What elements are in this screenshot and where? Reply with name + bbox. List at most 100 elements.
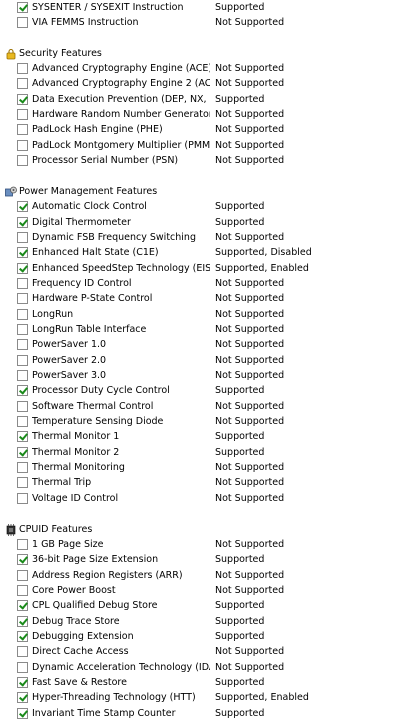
feature-row[interactable]: LongRun Table Interface Not Supported xyxy=(0,323,419,338)
feature-value: Not Supported xyxy=(215,78,285,90)
unchecked-checkbox[interactable] xyxy=(17,324,28,336)
checked-checkbox[interactable] xyxy=(17,692,28,704)
unchecked-checkbox[interactable] xyxy=(17,492,28,504)
feature-name: Data Execution Prevention (DEP, NX, EDB) xyxy=(32,93,210,105)
checked-checkbox[interactable] xyxy=(17,707,28,719)
feature-name: Voltage ID Control xyxy=(32,492,119,504)
feature-name: Automatic Clock Control xyxy=(32,201,147,213)
unchecked-checkbox[interactable] xyxy=(17,477,28,489)
feature-row[interactable]: PowerSaver 2.0 Not Supported xyxy=(0,354,419,369)
unchecked-checkbox[interactable] xyxy=(17,293,28,305)
feature-row[interactable]: Software Thermal Control Not Supported xyxy=(0,400,419,415)
feature-value: Not Supported xyxy=(215,109,285,121)
feature-row[interactable]: Invariant Time Stamp Counter Supported xyxy=(0,707,419,722)
unchecked-checkbox[interactable] xyxy=(17,308,28,320)
feature-row[interactable]: PowerSaver 1.0 Not Supported xyxy=(0,338,419,353)
feature-value: Supported xyxy=(215,1,265,13)
checked-checkbox[interactable] xyxy=(17,631,28,643)
feature-value: Supported, Disabled xyxy=(215,247,312,259)
feature-row[interactable]: Hyper-Threading Technology (HTT) Supporte… xyxy=(0,691,419,706)
feature-name: Enhanced Halt State (C1E) xyxy=(32,247,159,259)
unchecked-checkbox[interactable] xyxy=(17,16,28,28)
unchecked-checkbox[interactable] xyxy=(17,569,28,581)
unchecked-checkbox[interactable] xyxy=(17,462,28,474)
unchecked-checkbox[interactable] xyxy=(17,370,28,382)
feature-value: Not Supported xyxy=(215,646,285,658)
feature-row[interactable]: Processor Serial Number (PSN) Not Support… xyxy=(0,154,419,169)
checked-checkbox[interactable] xyxy=(17,431,28,443)
feature-row[interactable]: Automatic Clock Control Supported xyxy=(0,200,419,215)
unchecked-checkbox[interactable] xyxy=(17,416,28,428)
section-header: Security Features xyxy=(0,47,419,63)
unchecked-checkbox[interactable] xyxy=(17,155,28,167)
feature-row[interactable]: VIA FEMMS Instruction Not Supported xyxy=(0,16,419,31)
checked-checkbox[interactable] xyxy=(17,93,28,105)
feature-row[interactable]: Processor Duty Cycle Control Supported xyxy=(0,384,419,399)
cpu-chip-icon xyxy=(5,524,17,537)
unchecked-checkbox[interactable] xyxy=(17,354,28,366)
feature-row[interactable]: Core Power Boost Not Supported xyxy=(0,584,419,599)
unchecked-checkbox[interactable] xyxy=(17,232,28,244)
feature-row[interactable]: Hardware P-State Control Not Supported xyxy=(0,292,419,307)
feature-name: Direct Cache Access xyxy=(32,646,129,658)
feature-row[interactable]: Dynamic Acceleration Technology (IDA) Not… xyxy=(0,661,419,676)
unchecked-checkbox[interactable] xyxy=(17,646,28,658)
feature-row[interactable]: PowerSaver 3.0 Not Supported xyxy=(0,369,419,384)
feature-row[interactable]: 36-bit Page Size Extension Supported xyxy=(0,553,419,568)
unchecked-checkbox[interactable] xyxy=(17,63,28,75)
checked-checkbox[interactable] xyxy=(17,615,28,627)
feature-row[interactable]: PadLock Hash Engine (PHE) Not Supported xyxy=(0,123,419,138)
checked-checkbox[interactable] xyxy=(17,677,28,689)
checked-checkbox[interactable] xyxy=(17,201,28,213)
power-management-icon xyxy=(5,186,17,198)
checked-checkbox[interactable] xyxy=(17,247,28,259)
feature-row[interactable]: Voltage ID Control Not Supported xyxy=(0,492,419,507)
feature-row[interactable]: Data Execution Prevention (DEP, NX, EDB)… xyxy=(0,93,419,108)
feature-row[interactable]: SYSENTER / SYSEXIT Instruction Supported xyxy=(0,1,419,16)
feature-row[interactable]: Temperature Sensing Diode Not Supported xyxy=(0,415,419,430)
unchecked-checkbox[interactable] xyxy=(17,400,28,412)
feature-row[interactable]: Thermal Trip Not Supported xyxy=(0,476,419,491)
section-title: Security Features xyxy=(19,48,102,60)
feature-row[interactable]: Advanced Cryptography Engine (ACE) Not Su… xyxy=(0,62,419,77)
checked-checkbox[interactable] xyxy=(17,216,28,228)
unchecked-checkbox[interactable] xyxy=(17,124,28,136)
feature-row[interactable]: Address Region Registers (ARR) Not Suppor… xyxy=(0,569,419,584)
feature-row[interactable]: 1 GB Page Size Not Supported xyxy=(0,538,419,553)
unchecked-checkbox[interactable] xyxy=(17,78,28,90)
feature-row[interactable]: Debugging Extension Supported xyxy=(0,630,419,645)
checked-checkbox[interactable] xyxy=(17,262,28,274)
feature-row[interactable]: Advanced Cryptography Engine 2 (ACE2) Not… xyxy=(0,77,419,92)
feature-row[interactable]: CPL Qualified Debug Store Supported xyxy=(0,599,419,614)
feature-row[interactable]: Frequency ID Control Not Supported xyxy=(0,277,419,292)
unchecked-checkbox[interactable] xyxy=(17,339,28,351)
feature-row[interactable]: PadLock Montgomery Multiplier (PMM) Not S… xyxy=(0,139,419,154)
feature-row[interactable]: Enhanced Halt State (C1E) Supported, Disa… xyxy=(0,246,419,261)
checked-checkbox[interactable] xyxy=(17,554,28,566)
checked-checkbox[interactable] xyxy=(17,600,28,612)
feature-row[interactable]: Thermal Monitoring Not Supported xyxy=(0,461,419,476)
feature-row[interactable]: LongRun Not Supported xyxy=(0,308,419,323)
feature-value: Supported xyxy=(215,216,265,228)
feature-row[interactable]: Dynamic FSB Frequency Switching Not Suppo… xyxy=(0,231,419,246)
feature-row[interactable]: Fast Save & Restore Supported xyxy=(0,676,419,691)
feature-row[interactable]: Thermal Monitor 1 Supported xyxy=(0,430,419,445)
unchecked-checkbox[interactable] xyxy=(17,278,28,290)
feature-row[interactable]: Debug Trace Store Supported xyxy=(0,615,419,630)
unchecked-checkbox[interactable] xyxy=(17,139,28,151)
unchecked-checkbox[interactable] xyxy=(17,539,28,551)
checked-checkbox[interactable] xyxy=(17,446,28,458)
unchecked-checkbox[interactable] xyxy=(17,661,28,673)
checked-checkbox[interactable] xyxy=(17,1,28,13)
feature-row[interactable]: Hardware Random Number Generator (... Not… xyxy=(0,108,419,123)
feature-value: Not Supported xyxy=(215,400,285,412)
feature-value: Not Supported xyxy=(215,462,285,474)
feature-row[interactable]: Enhanced SpeedStep Technology (EIST, ...… xyxy=(0,262,419,277)
feature-row[interactable]: Digital Thermometer Supported xyxy=(0,216,419,231)
unchecked-checkbox[interactable] xyxy=(17,585,28,597)
unchecked-checkbox[interactable] xyxy=(17,109,28,121)
feature-row[interactable]: Thermal Monitor 2 Supported xyxy=(0,446,419,461)
feature-name: Frequency ID Control xyxy=(32,278,132,290)
feature-row[interactable]: Direct Cache Access Not Supported xyxy=(0,645,419,660)
checked-checkbox[interactable] xyxy=(17,385,28,397)
